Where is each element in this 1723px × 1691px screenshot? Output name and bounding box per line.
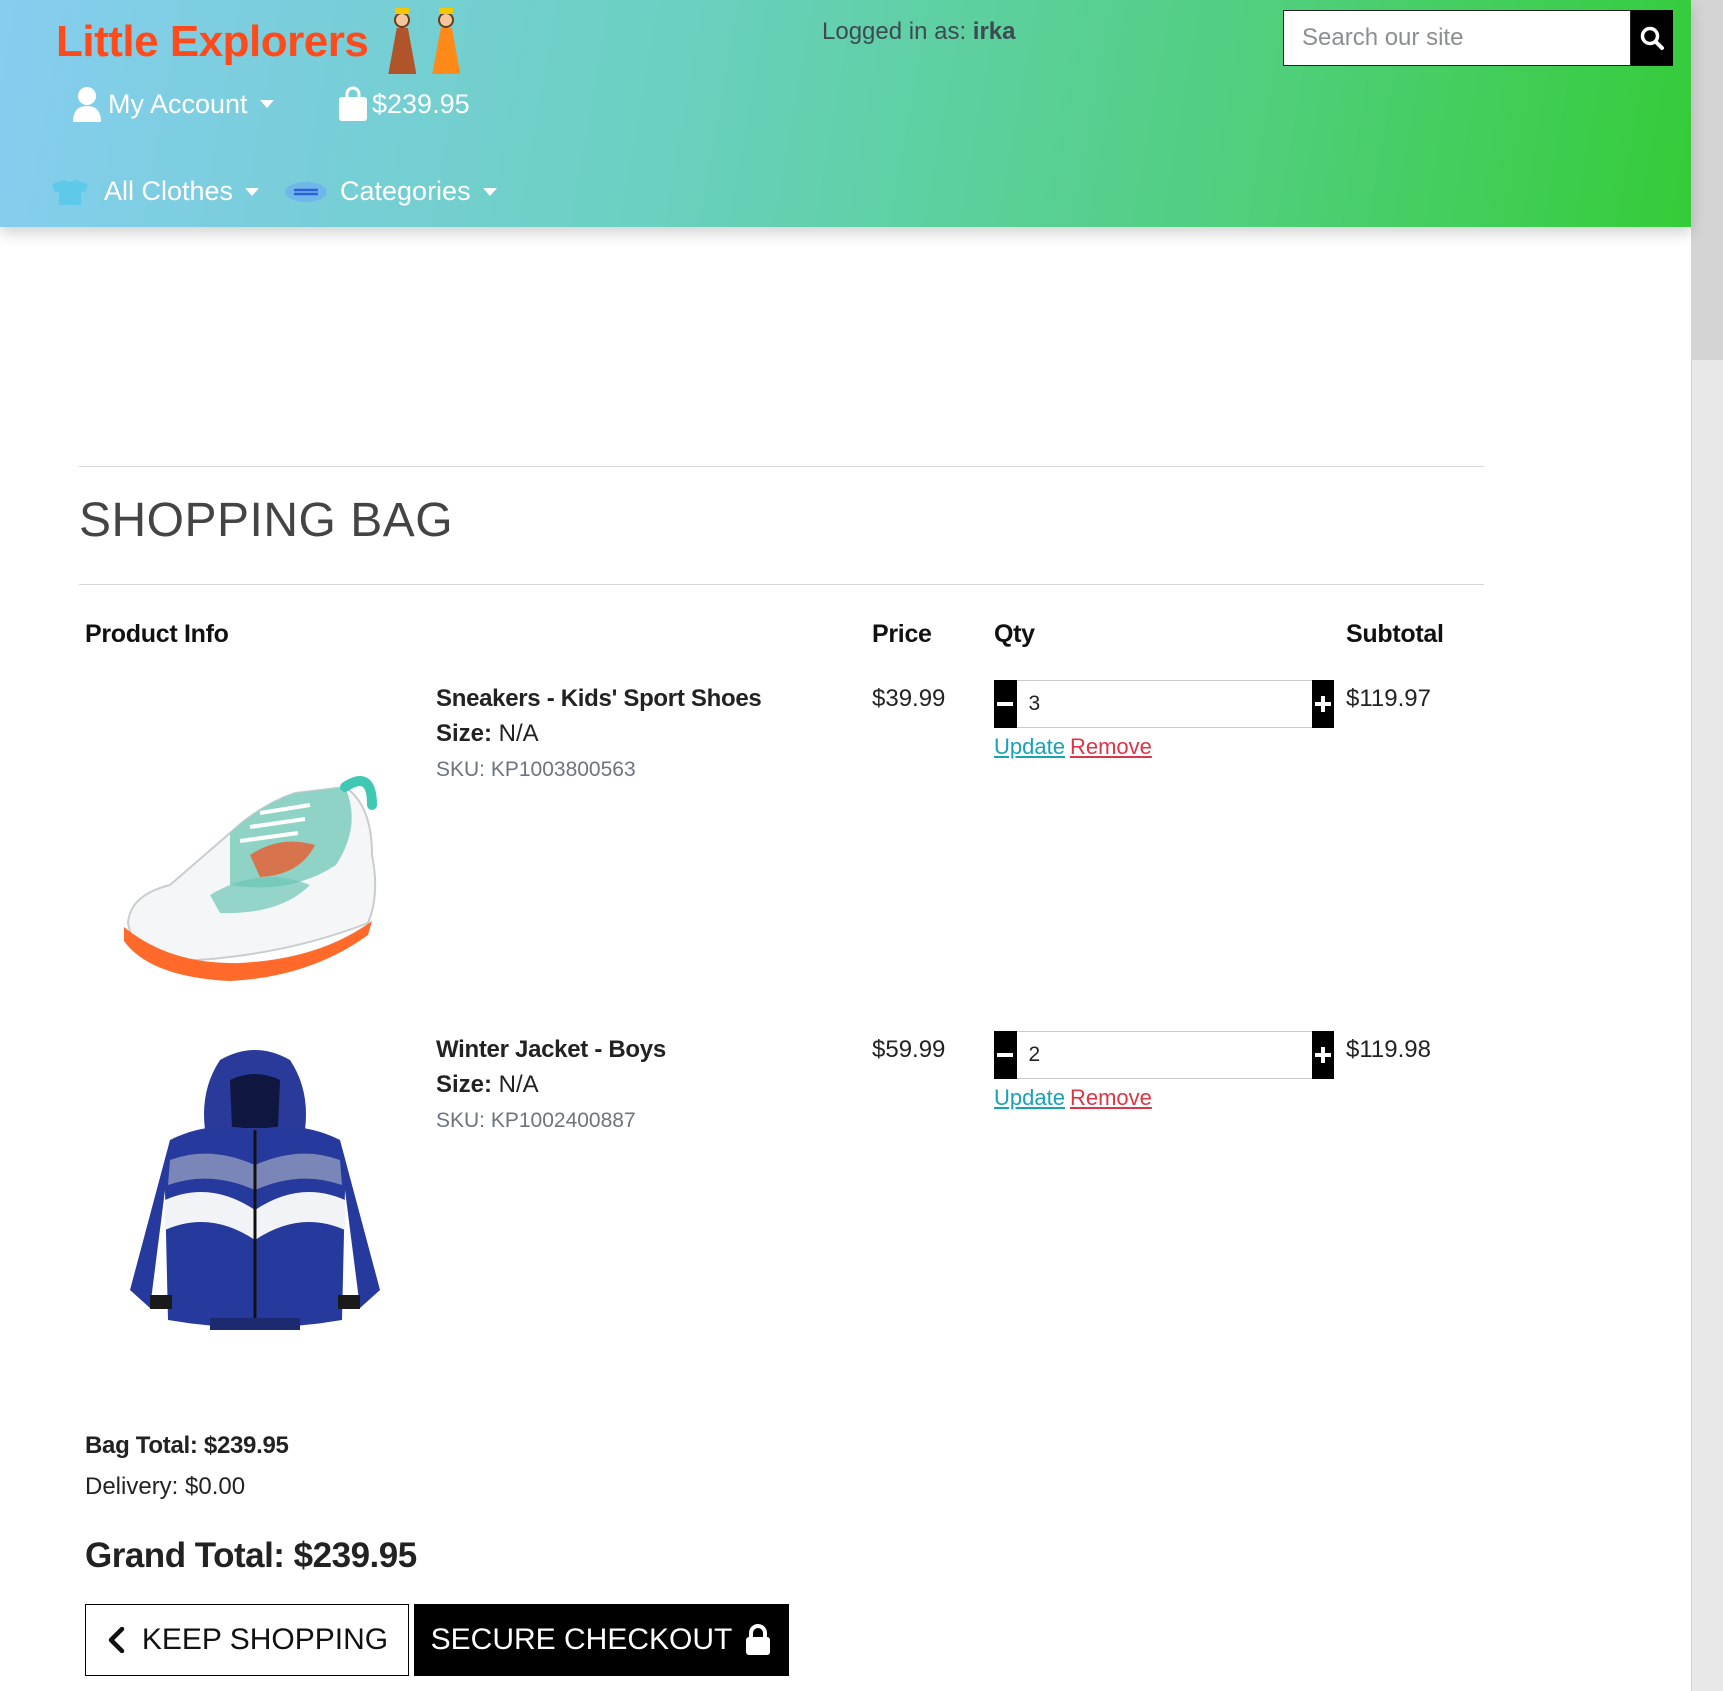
site-header: Little Explorers Logged in as: irka My A… <box>0 0 1691 227</box>
bag-item-row: Sneakers - Kids' Sport Shoes Size: N/A S… <box>0 680 1500 1020</box>
bag-total: Bag Total: $239.95 <box>85 1432 289 1459</box>
update-link[interactable]: Update <box>994 1085 1065 1110</box>
chevron-down-icon <box>482 187 497 196</box>
product-subtotal: $119.98 <box>1346 1036 1431 1063</box>
site-logo[interactable]: Little Explorers <box>56 8 466 76</box>
tshirt-icon <box>52 179 88 205</box>
product-sku: SKU: KP1003800563 <box>436 758 636 781</box>
grand-total: Grand Total: $239.95 <box>85 1536 417 1575</box>
item-actions: Update Remove <box>994 734 1152 760</box>
decrement-qty-button[interactable] <box>994 1031 1017 1079</box>
chevron-down-icon <box>245 187 260 196</box>
increment-qty-button[interactable] <box>1311 1031 1334 1079</box>
scrollbar-track[interactable] <box>1691 0 1723 1691</box>
divider <box>79 466 1484 467</box>
nav-all-clothes-dropdown[interactable]: All Clothes <box>48 176 260 207</box>
increment-qty-button[interactable] <box>1311 680 1334 728</box>
product-subtotal: $119.97 <box>1346 685 1431 712</box>
secure-checkout-label: SECURE CHECKOUT <box>430 1623 733 1656</box>
product-size: Size: N/A <box>436 1071 539 1099</box>
search-input[interactable] <box>1283 10 1631 66</box>
jacket-product-image <box>130 1050 380 1330</box>
quantity-stepper <box>994 1031 1334 1079</box>
remove-link[interactable]: Remove <box>1070 1085 1152 1110</box>
update-link[interactable]: Update <box>994 734 1065 759</box>
my-account-label: My Account <box>108 88 248 119</box>
product-name: Winter Jacket - Boys <box>436 1036 666 1063</box>
product-price: $39.99 <box>872 685 946 712</box>
lock-icon <box>746 1624 771 1655</box>
my-account-dropdown[interactable]: My Account <box>72 86 274 122</box>
product-price: $59.99 <box>872 1036 946 1063</box>
minus-icon <box>997 702 1014 706</box>
secure-checkout-button[interactable]: SECURE CHECKOUT <box>414 1604 789 1676</box>
header-subtotal: Subtotal <box>1346 620 1444 648</box>
delivery-cost: Delivery: $0.00 <box>85 1473 246 1500</box>
product-size-value: N/A <box>492 1071 539 1098</box>
quantity-stepper <box>994 680 1334 728</box>
product-size-label: Size: <box>436 1071 493 1098</box>
bag-item-row: Winter Jacket - Boys Size: N/A SKU: KP10… <box>0 1031 1500 1371</box>
nav-categories-label: Categories <box>340 176 471 206</box>
shopping-bag-icon <box>339 86 367 121</box>
header-qty: Qty <box>994 620 1035 648</box>
keep-shopping-label: KEEP SHOPPING <box>141 1623 389 1656</box>
minus-icon <box>997 1053 1014 1057</box>
plus-icon <box>1314 696 1331 712</box>
item-actions: Update Remove <box>994 1085 1152 1111</box>
product-size: Size: N/A <box>436 720 539 748</box>
chevron-left-icon <box>108 1627 125 1653</box>
user-icon <box>73 87 101 122</box>
logo-text[interactable]: Little Explorers <box>56 17 369 67</box>
logged-in-prefix: Logged in as: <box>822 18 973 45</box>
scrollbar-thumb[interactable] <box>1691 0 1723 360</box>
search-button[interactable] <box>1631 10 1673 66</box>
king-figure-icon <box>382 8 422 76</box>
logged-in-status: Logged in as: irka <box>822 18 1016 46</box>
royal-couple-icon <box>382 8 466 76</box>
product-size-value: N/A <box>492 720 539 747</box>
categories-icon <box>285 181 327 202</box>
logged-in-username: irka <box>972 18 1016 45</box>
quantity-input[interactable] <box>1016 680 1312 728</box>
page-title: SHOPPING BAG <box>79 494 454 547</box>
shopping-bag-link[interactable]: $239.95 <box>338 86 470 122</box>
divider <box>79 584 1484 585</box>
search-icon <box>1640 26 1664 50</box>
bag-total-header: $239.95 <box>372 88 470 119</box>
header-price: Price <box>872 620 932 648</box>
quantity-input[interactable] <box>1016 1031 1312 1079</box>
product-size-label: Size: <box>436 720 493 747</box>
search-form <box>1283 10 1673 66</box>
decrement-qty-button[interactable] <box>994 680 1017 728</box>
product-name: Sneakers - Kids' Sport Shoes <box>436 685 762 712</box>
product-sku: SKU: KP1002400887 <box>436 1109 636 1132</box>
remove-link[interactable]: Remove <box>1070 734 1152 759</box>
nav-categories-dropdown[interactable]: Categories <box>284 176 497 207</box>
nav-all-clothes-label: All Clothes <box>104 176 234 206</box>
chevron-down-icon <box>259 100 274 108</box>
queen-figure-icon <box>426 8 466 76</box>
keep-shopping-button[interactable]: KEEP SHOPPING <box>85 1604 409 1676</box>
header-product-info: Product Info <box>85 620 229 648</box>
plus-icon <box>1314 1047 1331 1063</box>
sneaker-product-image <box>124 776 377 981</box>
